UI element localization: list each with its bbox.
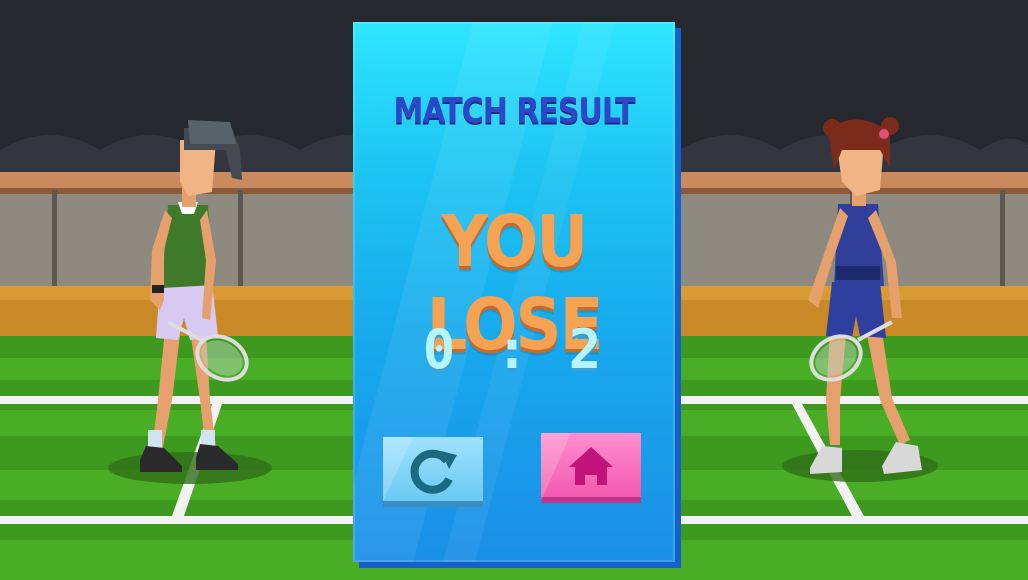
- restart-icon: [383, 437, 457, 501]
- retry-button[interactable]: [383, 437, 483, 507]
- final-score: 0 : 2: [422, 318, 606, 381]
- home-button[interactable]: [541, 433, 641, 503]
- dialog-title: MATCH RESULT: [393, 91, 636, 132]
- home-icon: [541, 433, 613, 501]
